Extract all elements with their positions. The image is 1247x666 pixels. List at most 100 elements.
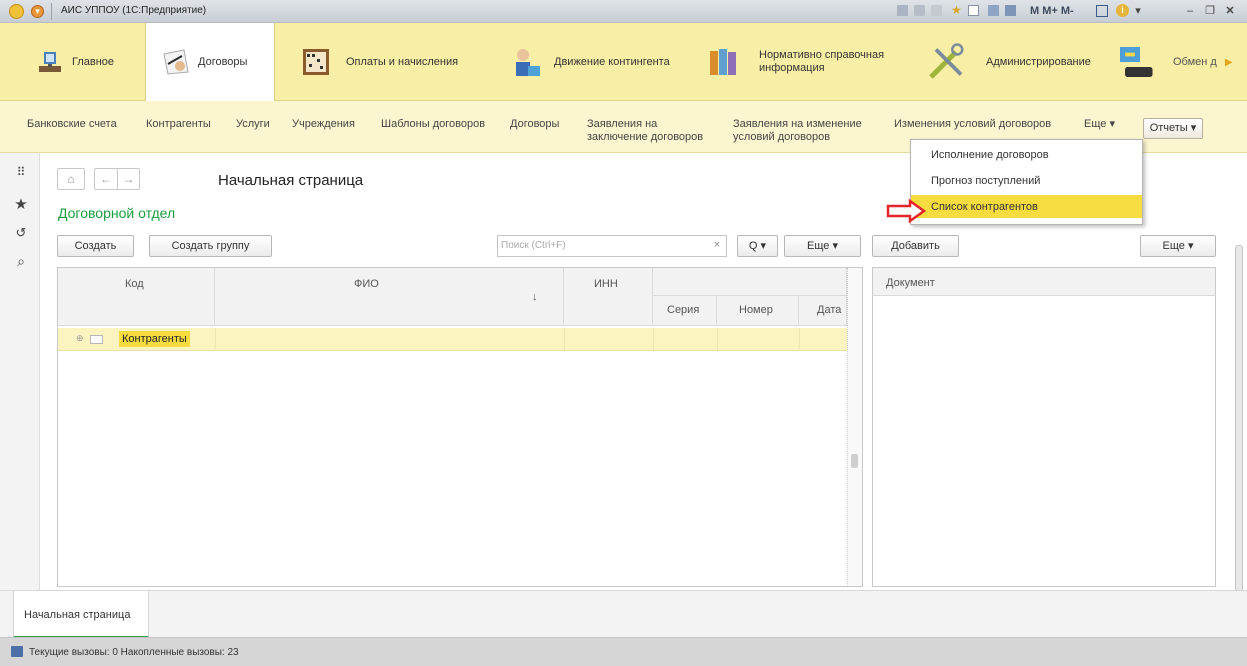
status-bar: Текущие вызовы: 0 Накопленные вызовы: 23	[0, 637, 1247, 666]
cmd-applications-change[interactable]: Заявления на изменение условий договоров	[733, 118, 862, 144]
sort-desc-icon: ↓	[532, 291, 538, 303]
minimize-icon[interactable]: –	[1182, 3, 1198, 19]
search-options-button[interactable]: Q ▾	[737, 235, 778, 257]
1c-logo-icon[interactable]	[9, 4, 24, 19]
tab-start-page[interactable]: Начальная страница	[13, 591, 149, 638]
restore-icon[interactable]: ❐	[1202, 3, 1218, 19]
page-title: Начальная страница	[218, 172, 364, 189]
section-label: Обмен д	[1173, 55, 1217, 68]
apps-grid-icon[interactable]: ⠿	[13, 164, 29, 180]
documents-pane: Документ	[872, 267, 1216, 587]
print-icon[interactable]	[914, 5, 925, 16]
cmd-contracts[interactable]: Договоры	[510, 118, 559, 131]
close-icon[interactable]: ✕	[1222, 3, 1238, 19]
section-label: Движение контингента	[554, 55, 670, 68]
contractors-grid: Код ФИО ↓ ИНН Серия Номер Дата ⊕ Контраг…	[57, 267, 863, 587]
section-contingent[interactable]: Движение контингента	[510, 23, 680, 101]
department-title: Договорной отдел	[58, 205, 176, 221]
col-series-header[interactable]: Серия	[653, 296, 717, 326]
preview-icon[interactable]	[931, 5, 942, 16]
col-document-header[interactable]: Документ	[873, 268, 1215, 296]
more-button[interactable]: Еще ▾	[784, 235, 861, 257]
table-row[interactable]: ⊕ Контрагенты	[58, 328, 847, 351]
memory-buttons[interactable]: M M+ M-	[1030, 5, 1074, 17]
col-group-header	[653, 268, 847, 296]
row-code: Контрагенты	[119, 331, 190, 347]
section-label: Администрирование	[986, 55, 1091, 68]
expand-icon[interactable]: ⊕	[76, 333, 84, 344]
col-number-header[interactable]: Номер	[717, 296, 799, 326]
save-icon[interactable]	[897, 5, 908, 16]
cmd-services[interactable]: Услуги	[236, 118, 270, 131]
section-label: Оплаты и начисления	[346, 55, 459, 68]
reports-button[interactable]: Отчеты ▾	[1143, 118, 1203, 139]
row-divider	[653, 328, 654, 350]
calculator-icon[interactable]	[988, 5, 999, 16]
menu-item-income-forecast[interactable]: Прогноз поступлений	[911, 169, 1142, 192]
search-input[interactable]: Поиск (Ctrl+F)	[497, 235, 727, 257]
exchange-icon	[1120, 47, 1153, 77]
window-title: АИС УППОУ (1С:Предприятие)	[61, 5, 207, 16]
cmd-contract-templates[interactable]: Шаблоны договоров	[381, 118, 485, 131]
section-reference[interactable]: Нормативно справочная информация	[707, 23, 907, 101]
row-divider	[564, 328, 565, 350]
info-icon[interactable]: i	[1116, 4, 1129, 17]
books-icon	[710, 49, 736, 75]
section-admin[interactable]: Администрирование	[926, 23, 1106, 101]
menu-dropdown-icon[interactable]: ▾	[31, 5, 44, 18]
col-code-header[interactable]: Код	[58, 268, 215, 326]
cmd-line: заключение договоров	[587, 131, 704, 143]
scroll-right-icon[interactable]: ▶	[1225, 57, 1233, 68]
add-button[interactable]: Добавить	[872, 235, 959, 257]
cmd-condition-changes[interactable]: Изменения условий договоров	[894, 118, 1051, 131]
section-label: Главное	[72, 55, 115, 68]
folder-icon	[90, 335, 103, 344]
home-button[interactable]: ⌂	[57, 168, 85, 190]
back-button[interactable]: ←	[94, 168, 117, 190]
server-calls-icon	[11, 646, 23, 657]
page-scrollbar[interactable]	[1235, 245, 1243, 595]
cmd-contractors[interactable]: Контрагенты	[146, 118, 211, 131]
pointer-arrow-icon	[886, 199, 926, 223]
reports-menu: Исполнение договоров Прогноз поступлений…	[910, 139, 1143, 225]
col-fio-header[interactable]: ФИО	[215, 268, 564, 326]
clear-search-icon[interactable]: ×	[707, 235, 727, 257]
create-button[interactable]: Создать	[57, 235, 134, 257]
status-text: Текущие вызовы: 0 Накопленные вызовы: 23	[29, 647, 239, 658]
col-inn-header[interactable]: ИНН	[564, 268, 653, 326]
cmd-more[interactable]: Еще ▾	[1084, 118, 1115, 131]
forward-button[interactable]: →	[117, 168, 140, 190]
menu-item-contractor-list[interactable]: Список контрагентов	[911, 195, 1142, 218]
search-icon[interactable]: ⌕	[13, 253, 29, 269]
section-payments[interactable]: Оплаты и начисления	[300, 23, 490, 101]
menu-item-contract-execution[interactable]: Исполнение договоров	[911, 143, 1142, 166]
cmd-institutions[interactable]: Учреждения	[292, 118, 355, 131]
sections-panel: Главное Договоры Оплаты и начисления Дви…	[0, 23, 1247, 101]
title-divider	[51, 3, 52, 20]
more-right-button[interactable]: Еще ▾	[1140, 235, 1216, 257]
section-main[interactable]: Главное	[20, 23, 140, 101]
row-divider	[717, 328, 718, 350]
create-group-button[interactable]: Создать группу	[149, 235, 272, 257]
people-icon	[516, 49, 540, 76]
col-date-header[interactable]: Дата	[799, 296, 847, 326]
history-icon[interactable]	[968, 5, 979, 16]
tools-icon	[929, 43, 964, 79]
home-desk-icon	[39, 52, 61, 72]
history-icon[interactable]: ↺	[13, 225, 29, 241]
cmd-line: Заявления на	[587, 118, 658, 130]
chevron-down-icon[interactable]: ▾	[1130, 3, 1146, 19]
cmd-bank-accounts[interactable]: Банковские счета	[27, 118, 117, 131]
section-contracts[interactable]: Договоры	[145, 23, 275, 101]
favorites-icon[interactable]: ★	[951, 3, 962, 17]
favorites-star-icon[interactable]: ★	[13, 197, 29, 213]
cmd-applications-conclusion[interactable]: Заявления на заключение договоров	[587, 118, 703, 144]
layout-icon[interactable]	[1096, 5, 1108, 17]
grid-scrollbar[interactable]	[847, 268, 862, 586]
calendar-icon[interactable]	[1005, 5, 1016, 16]
grid-scroll-thumb[interactable]	[851, 454, 858, 468]
title-bar: ▾ АИС УППОУ (1С:Предприятие) ★ M M+ M- i…	[0, 0, 1247, 23]
section-exchange[interactable]: Обмен д ▶	[1115, 23, 1247, 101]
section-label: Договоры	[198, 55, 248, 68]
row-divider	[215, 328, 216, 350]
